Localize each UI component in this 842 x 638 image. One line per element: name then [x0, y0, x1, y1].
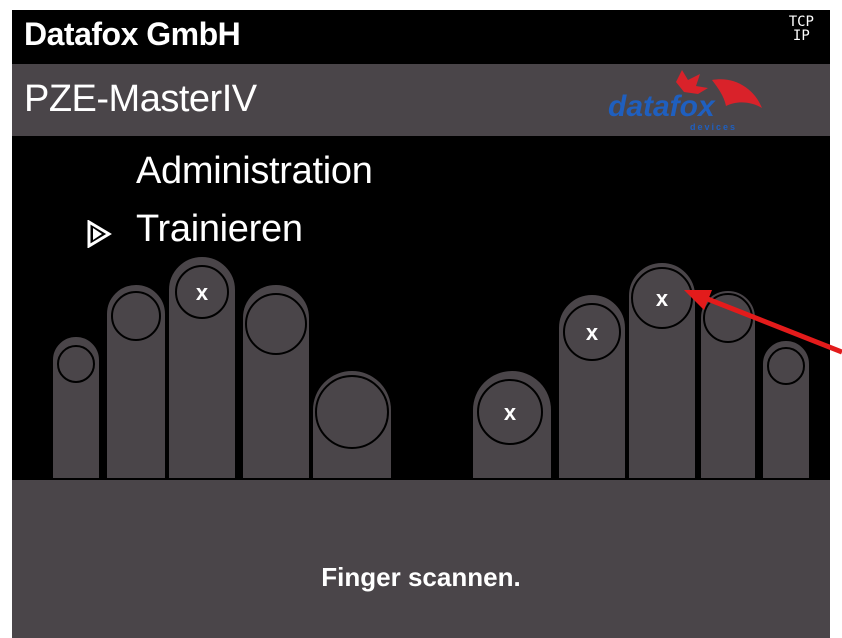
device-name: PZE-MasterIV	[24, 78, 257, 120]
left-ring-finger[interactable]	[105, 283, 167, 480]
terminal-display: Datafox GmbH TCP IP PZE-MasterIV datafox…	[0, 0, 842, 638]
company-name: Datafox GmbH	[24, 16, 241, 52]
left-thumb[interactable]	[311, 369, 393, 480]
right-index-mark: x	[586, 320, 599, 345]
right-thumb[interactable]	[471, 369, 553, 480]
status-message: Finger scannen.	[321, 562, 521, 592]
right-ring-finger[interactable]	[699, 289, 757, 480]
logo-subtext: devices	[690, 122, 737, 132]
logo-text: datafox	[608, 90, 716, 123]
tcpip-indicator: TCP IP	[789, 15, 814, 43]
menu-item-trainieren[interactable]: Trainieren	[136, 208, 303, 251]
header-bar: Datafox GmbH TCP IP	[12, 10, 830, 64]
right-little-finger[interactable]	[761, 339, 811, 480]
right-thumb-mark: x	[504, 400, 517, 425]
logo-fox-tail-icon	[712, 79, 762, 108]
status-panel: Finger scannen.	[12, 478, 830, 638]
right-hand	[471, 261, 811, 480]
selection-pointer-icon	[87, 220, 112, 248]
datafox-logo: datafox devices	[608, 70, 762, 132]
right-middle-mark: x	[656, 286, 669, 311]
left-hand	[51, 255, 393, 480]
menu-list: Administration Trainieren	[12, 136, 830, 266]
ip-label: IP	[792, 28, 810, 44]
finger-selection-diagram: x x x x	[51, 255, 811, 480]
left-little-finger[interactable]	[51, 335, 101, 480]
left-middle-mark: x	[196, 280, 209, 305]
menu-item-administration[interactable]: Administration	[136, 150, 373, 193]
tcp-label: TCP	[788, 14, 814, 30]
screen: Datafox GmbH TCP IP PZE-MasterIV datafox…	[12, 10, 830, 638]
title-bar: PZE-MasterIV datafox devices	[12, 64, 830, 136]
left-index-finger[interactable]	[241, 283, 311, 480]
